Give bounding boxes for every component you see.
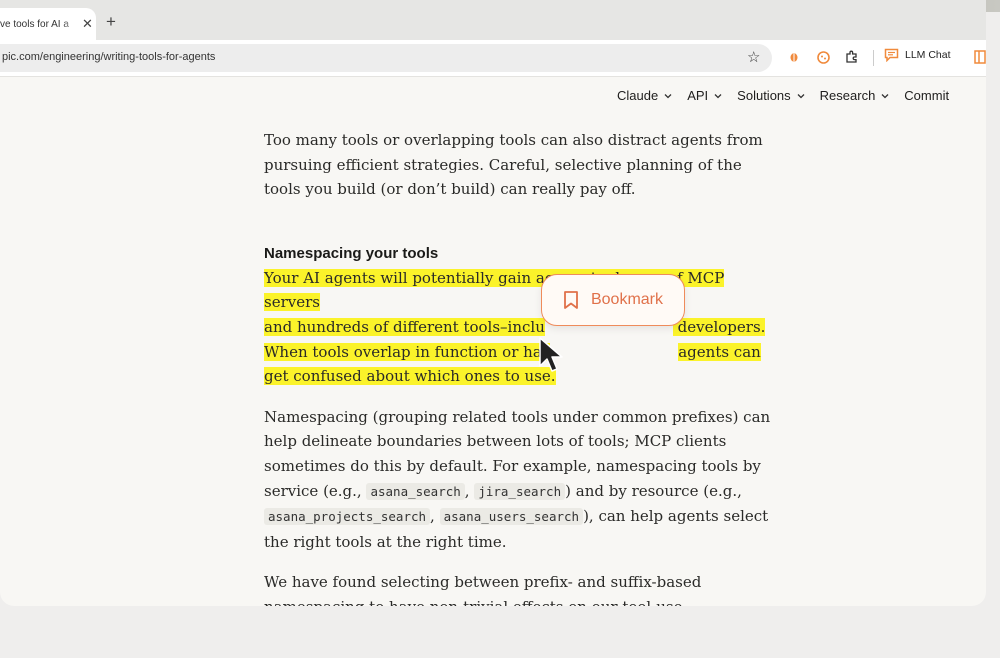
highlight-line: When tools overlap in function or hav	[264, 342, 551, 361]
nav-item-solutions[interactable]: Solutions	[737, 88, 805, 103]
tab-title: ve tools for AI a	[0, 18, 69, 30]
bookmark-label: Bookmark	[590, 291, 664, 308]
bookmark-star-icon[interactable]: ☆	[747, 48, 760, 66]
bug-extension-icon[interactable]	[786, 49, 802, 65]
chat-extension-icon	[884, 48, 899, 62]
address-bar[interactable]: pic.com/engineering/writing-tools-for-ag…	[0, 44, 772, 72]
chevron-down-icon	[714, 93, 722, 98]
article-paragraph: Namespacing (grouping related tools unde…	[264, 407, 771, 551]
nav-item-label: Research	[819, 88, 876, 103]
nav-item-label: Commit	[904, 88, 950, 103]
inline-code: asana_users_search	[439, 508, 584, 526]
highlight-line: developers.	[672, 317, 766, 336]
highlight-line: agents can	[678, 342, 761, 361]
bookmark-button[interactable]: Bookmark	[541, 274, 685, 326]
browser-window: ve tools for AI a ✕ + pic.com/engineerin…	[0, 0, 986, 606]
nav-item-research[interactable]: Research	[820, 88, 890, 103]
tab-close-icon[interactable]: ✕	[82, 16, 93, 32]
nav-item-label: API	[687, 88, 709, 103]
url-text: pic.com/engineering/writing-tools-for-ag…	[2, 51, 216, 63]
nav-item-claude[interactable]: Claude	[617, 88, 672, 103]
inline-code: asana_projects_search	[264, 508, 431, 526]
inline-code: asana_search	[366, 482, 465, 500]
highlight-line: get confused about which ones to use.	[264, 367, 556, 386]
article-paragraph: Too many tools or overlapping tools can …	[264, 131, 763, 199]
sidebar-extension-icon[interactable]	[972, 49, 986, 65]
highlighted-paragraph: Your AI agents will potentially gain acc…	[264, 266, 774, 389]
new-tab-button[interactable]: +	[106, 12, 116, 32]
chevron-down-icon	[797, 93, 805, 98]
section-heading: Namespacing your tools	[264, 244, 439, 262]
nav-item-label: Claude	[617, 88, 659, 103]
chevron-down-icon	[664, 93, 672, 98]
site-nav: Claude API Solutions Research Commit	[617, 88, 964, 103]
mouse-cursor-icon	[539, 337, 563, 372]
bookmark-icon	[564, 291, 578, 309]
active-tab[interactable]: ve tools for AI a ✕	[0, 8, 96, 40]
nav-item-api[interactable]: API	[687, 88, 722, 103]
nav-item-label: Solutions	[737, 88, 791, 103]
highlight-line: and hundreds of different tools–inclu	[264, 317, 545, 336]
browser-toolbar: pic.com/engineering/writing-tools-for-ag…	[0, 40, 986, 77]
llm-chat-label: LLM Chat	[905, 49, 951, 61]
cookie-extension-icon[interactable]	[815, 49, 831, 65]
tab-strip: ve tools for AI a ✕ +	[0, 0, 986, 40]
chevron-down-icon	[881, 93, 889, 98]
puzzle-extensions-icon[interactable]	[844, 49, 860, 65]
inline-code: jira_search	[474, 482, 566, 500]
article-paragraph: We have found selecting between prefix- …	[264, 573, 702, 606]
article-body: Too many tools or overlapping tools can …	[264, 128, 774, 606]
llm-chat-extension[interactable]: LLM Chat	[884, 48, 951, 62]
nav-item-commit[interactable]: Commit	[904, 88, 949, 103]
toolbar-divider	[873, 50, 874, 66]
